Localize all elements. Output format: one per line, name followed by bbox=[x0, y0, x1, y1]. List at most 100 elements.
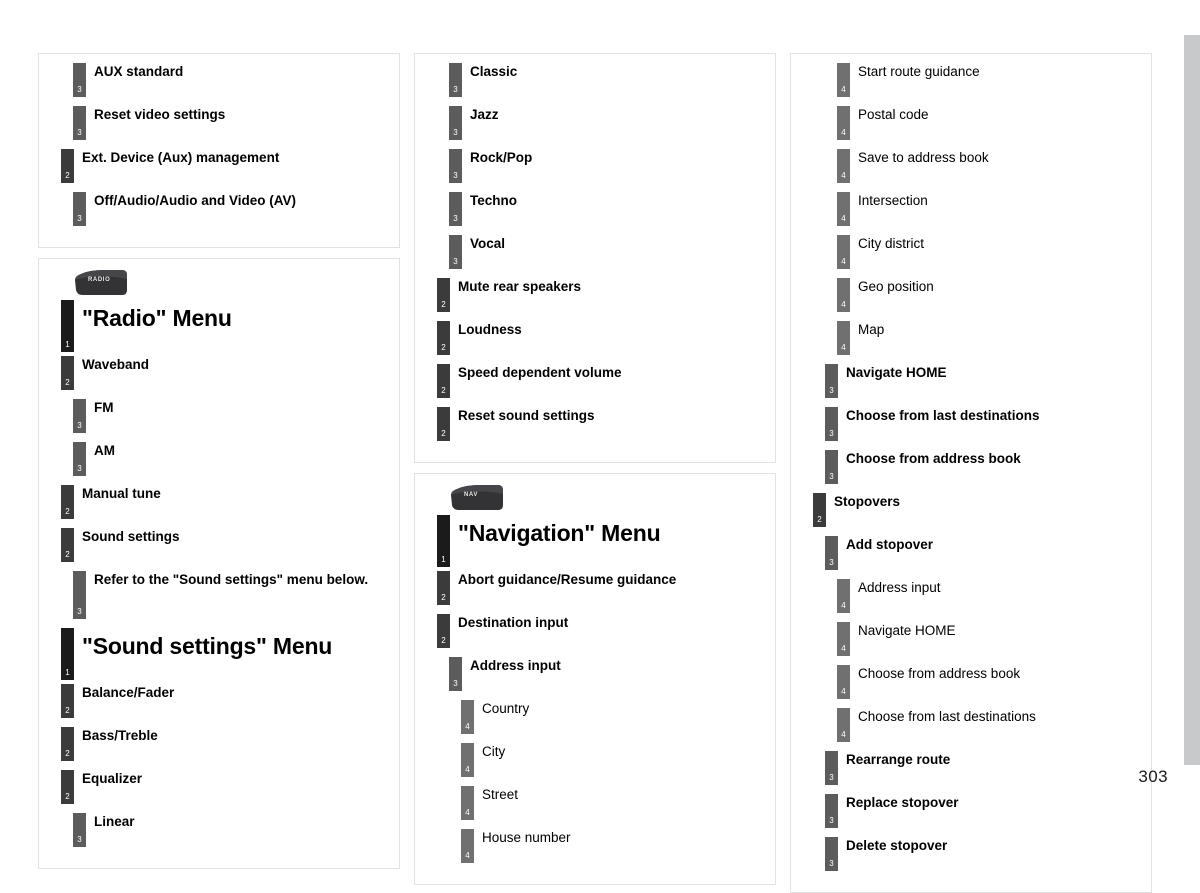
menu-item-level-2[interactable]: 2 Manual tune bbox=[49, 485, 389, 519]
menu-item-level-4[interactable]: 4 City district bbox=[801, 235, 1141, 269]
menu-item-level-3[interactable]: 3 Techno bbox=[425, 192, 765, 226]
menu-item-level-4[interactable]: 4 Start route guidance bbox=[801, 63, 1141, 97]
menu-item-label: Linear bbox=[94, 814, 135, 829]
menu-item-level-1[interactable]: 1 "Navigation" Menu bbox=[425, 515, 765, 567]
menu-item-label: Mute rear speakers bbox=[458, 279, 582, 294]
level-marker-3: 3 bbox=[73, 192, 86, 226]
menu-item-label: Rock/Pop bbox=[470, 150, 533, 165]
menu-item-level-3[interactable]: 3 Add stopover bbox=[801, 536, 1141, 570]
menu-item-level-2[interactable]: 2 Stopovers bbox=[801, 493, 1141, 527]
menu-item-label: House number bbox=[482, 830, 571, 845]
menu-item-level-3[interactable]: 3 Delete stopover bbox=[801, 837, 1141, 871]
menu-item-level-4[interactable]: 4 Choose from last destinations bbox=[801, 708, 1141, 742]
menu-item-level-4[interactable]: 4 Choose from address book bbox=[801, 665, 1141, 699]
video-aux-panel: 3 AUX standard 3 Reset video settings 2 Ext. … bbox=[38, 53, 400, 248]
menu-item-level-4[interactable]: 4 City bbox=[425, 743, 765, 777]
menu-item-label: Choose from last destinations bbox=[858, 709, 1036, 724]
menu-item-label: Ext. Device (Aux) management bbox=[82, 150, 280, 165]
menu-item-label: City bbox=[482, 744, 506, 759]
menu-item-level-4[interactable]: 4 Address input bbox=[801, 579, 1141, 613]
menu-item-level-3[interactable]: 3 AM bbox=[49, 442, 389, 476]
menu-item-level-2[interactable]: 2 Destination input bbox=[425, 614, 765, 648]
menu-item-label: Postal code bbox=[858, 107, 929, 122]
menu-item-label: Delete stopover bbox=[846, 838, 948, 853]
menu-item-label: Address input bbox=[858, 580, 941, 595]
menu-item-label: Address input bbox=[470, 658, 561, 673]
level-marker-4: 4 bbox=[461, 743, 474, 777]
menu-item-level-3[interactable]: 3 Vocal bbox=[425, 235, 765, 269]
menu-item-level-3[interactable]: 3 Choose from last destinations bbox=[801, 407, 1141, 441]
menu-item-level-3[interactable]: 3 Classic bbox=[425, 63, 765, 97]
menu-item-level-3[interactable]: 3 Choose from address book bbox=[801, 450, 1141, 484]
level-marker-3: 3 bbox=[825, 364, 838, 398]
menu-item-label: Loudness bbox=[458, 322, 522, 337]
menu-item-level-4[interactable]: 4 Country bbox=[425, 700, 765, 734]
menu-item-level-2[interactable]: 2 Loudness bbox=[425, 321, 765, 355]
level-marker-4: 4 bbox=[837, 63, 850, 97]
manual-page: 3 AUX standard 3 Reset video settings 2 Ext. … bbox=[0, 0, 1200, 893]
menu-item-level-3[interactable]: 3 Navigate HOME bbox=[801, 364, 1141, 398]
menu-item-label: Destination input bbox=[458, 615, 569, 630]
menu-item-level-3[interactable]: 3 Linear bbox=[49, 813, 389, 847]
menu-item-level-4[interactable]: 4 Intersection bbox=[801, 192, 1141, 226]
menu-item-level-3[interactable]: 3 AUX standard bbox=[49, 63, 389, 97]
level-marker-3: 3 bbox=[825, 407, 838, 441]
menu-item-label: Reset sound settings bbox=[458, 408, 595, 423]
level-marker-4: 4 bbox=[837, 708, 850, 742]
menu-item-label: Start route guidance bbox=[858, 64, 980, 79]
menu-item-level-2[interactable]: 2 Waveband bbox=[49, 356, 389, 390]
menu-item-level-3[interactable]: 3 Rock/Pop bbox=[425, 149, 765, 183]
menu-item-level-2[interactable]: 2 Balance/Fader bbox=[49, 684, 389, 718]
level-marker-4: 4 bbox=[461, 829, 474, 863]
menu-item-level-3[interactable]: 3 Refer to the "Sound settings" menu belo… bbox=[49, 571, 389, 619]
menu-item-level-4[interactable]: 4 Save to address book bbox=[801, 149, 1141, 183]
sound-settings-continued-panel: 3 Classic 3 Jazz 3 Rock/Pop 3 Techno 3 Vocal 2 Mute… bbox=[414, 53, 776, 463]
level-marker-2: 2 bbox=[61, 727, 74, 761]
menu-item-level-2[interactable]: 2 Reset sound settings bbox=[425, 407, 765, 441]
menu-item-level-4[interactable]: 4 Geo position bbox=[801, 278, 1141, 312]
level-marker-2: 2 bbox=[437, 571, 450, 605]
nav-tab-icon: NAV bbox=[451, 485, 505, 512]
menu-item-label: Manual tune bbox=[82, 486, 161, 501]
menu-item-level-1[interactable]: 1 "Radio" Menu bbox=[49, 300, 389, 352]
level-marker-4: 4 bbox=[837, 235, 850, 269]
menu-item-level-2[interactable]: 2 Equalizer bbox=[49, 770, 389, 804]
menu-item-label: Reset video settings bbox=[94, 107, 226, 122]
menu-item-level-3[interactable]: 3 Off/Audio/Audio and Video (AV) bbox=[49, 192, 389, 226]
level-marker-3: 3 bbox=[825, 536, 838, 570]
menu-item-level-4[interactable]: 4 Postal code bbox=[801, 106, 1141, 140]
level-marker-4: 4 bbox=[461, 786, 474, 820]
menu-item-level-3[interactable]: 3 FM bbox=[49, 399, 389, 433]
level-marker-4: 4 bbox=[837, 579, 850, 613]
menu-item-level-2[interactable]: 2 Mute rear speakers bbox=[425, 278, 765, 312]
menu-item-level-1[interactable]: 1 "Sound settings" Menu bbox=[49, 628, 389, 680]
menu-item-level-2[interactable]: 2 Speed dependent volume bbox=[425, 364, 765, 398]
level-marker-3: 3 bbox=[449, 235, 462, 269]
menu-item-label: "Radio" Menu bbox=[82, 305, 232, 331]
level-marker-2: 2 bbox=[61, 528, 74, 562]
level-marker-3: 3 bbox=[73, 399, 86, 433]
menu-item-level-3[interactable]: 3 Address input bbox=[425, 657, 765, 691]
menu-item-label: Navigate HOME bbox=[858, 623, 956, 638]
menu-item-level-3[interactable]: 3 Rearrange route bbox=[801, 751, 1141, 785]
level-marker-3: 3 bbox=[73, 571, 86, 619]
menu-item-level-3[interactable]: 3 Jazz bbox=[425, 106, 765, 140]
menu-item-level-4[interactable]: 4 Street bbox=[425, 786, 765, 820]
menu-item-level-4[interactable]: 4 Map bbox=[801, 321, 1141, 355]
menu-item-label: Map bbox=[858, 322, 885, 337]
level-marker-3: 3 bbox=[73, 106, 86, 140]
level-marker-4: 4 bbox=[837, 622, 850, 656]
menu-item-level-4[interactable]: 4 House number bbox=[425, 829, 765, 863]
menu-item-level-2[interactable]: 2 Bass/Treble bbox=[49, 727, 389, 761]
menu-item-level-2[interactable]: 2 Sound settings bbox=[49, 528, 389, 562]
menu-item-level-3[interactable]: 3 Replace stopover bbox=[801, 794, 1141, 828]
menu-item-level-3[interactable]: 3 Reset video settings bbox=[49, 106, 389, 140]
menu-item-level-2[interactable]: 2 Ext. Device (Aux) management bbox=[49, 149, 389, 183]
menu-item-level-4[interactable]: 4 Navigate HOME bbox=[801, 622, 1141, 656]
level-marker-3: 3 bbox=[449, 657, 462, 691]
page-number: 303 bbox=[1138, 767, 1168, 786]
level-marker-2: 2 bbox=[437, 614, 450, 648]
level-marker-2: 2 bbox=[813, 493, 826, 527]
menu-item-level-2[interactable]: 2 Abort guidance/Resume guidance bbox=[425, 571, 765, 605]
level-marker-3: 3 bbox=[449, 63, 462, 97]
